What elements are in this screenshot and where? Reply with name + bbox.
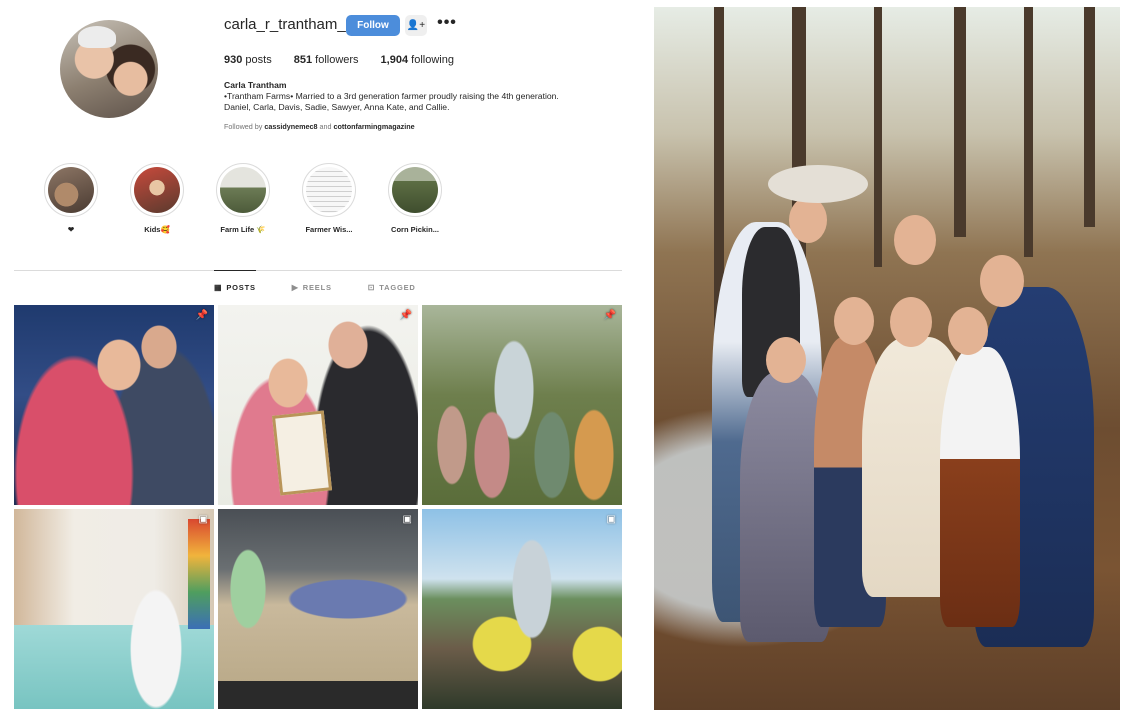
add-user-icon: 👤+	[406, 20, 426, 31]
active-tab-indicator	[214, 270, 256, 271]
tab-reels[interactable]: ▶ REELS	[292, 283, 332, 292]
highlight-farmer-wisdom[interactable]: Farmer Wis...	[302, 163, 356, 234]
suggest-user-button[interactable]: 👤+	[405, 15, 427, 36]
tab-reels-label: REELS	[302, 283, 332, 292]
pin-icon: 📌	[195, 310, 208, 321]
highlight-label: Farm Life 🌾	[220, 225, 266, 234]
followers-stat[interactable]: 851 followers	[294, 54, 359, 66]
reel-icon: ▣	[402, 514, 412, 525]
post-tile-couple-event[interactable]: 📌	[14, 305, 214, 505]
bio-line-1: •Trantham Farms• Married to a 3rd genera…	[224, 91, 559, 101]
family-photo	[654, 7, 1120, 710]
tree-trunk	[954, 7, 966, 237]
followers-stat-label: followers	[315, 54, 359, 66]
girl-rust-pants-face	[948, 307, 988, 355]
highlight-label: ❤	[67, 225, 75, 234]
followers-count: 851	[293, 54, 313, 66]
profile-avatar[interactable]	[60, 20, 158, 118]
highlight-farm-life[interactable]: Farm Life 🌾	[216, 163, 270, 234]
tabs-divider	[14, 270, 622, 271]
reels-icon: ▶	[291, 283, 299, 292]
reel-icon: ▣	[198, 514, 208, 525]
tab-tagged[interactable]: ⊡ TAGGED	[368, 283, 416, 292]
highlight-corn-picking[interactable]: Corn Pickin...	[388, 163, 442, 234]
tagged-icon: ⊡	[367, 283, 376, 292]
story-highlights: ❤ Kids🥰 Farm Life 🌾 Farmer Wis... Corn P…	[44, 163, 464, 243]
posts-stat: 930 posts	[224, 54, 272, 66]
profile-full-name: Carla Trantham	[224, 80, 287, 90]
stained-glass-window	[188, 519, 210, 629]
tree-trunk	[874, 7, 882, 267]
post-tile-planter[interactable]: ▣	[422, 509, 622, 709]
highlight-cover	[220, 167, 266, 213]
profile-panel: carla_r_trantham_ Follow 👤+ ••• 930 post…	[0, 0, 634, 718]
grid-icon: ▦	[214, 283, 223, 292]
highlight-cover	[392, 167, 438, 213]
tab-posts-label: POSTS	[226, 283, 256, 292]
highlight-label: Kids🥰	[144, 225, 170, 234]
post-tile-livestock-show[interactable]: ▣	[218, 509, 418, 709]
highlight-cover	[134, 167, 180, 213]
following-stat-label: following	[411, 54, 454, 66]
posts-grid: 📌 📌 📌 ▣ ▣ ▣	[14, 305, 622, 709]
boy-plaid-face	[834, 297, 874, 345]
cowboy-hat-shape	[768, 165, 868, 203]
tree-trunk	[1024, 7, 1033, 257]
followed-by-and: and	[319, 122, 332, 131]
girl-floral-face	[766, 337, 806, 383]
girl-rust-pants-figure	[940, 347, 1020, 627]
pin-icon: 📌	[603, 310, 616, 321]
following-stat[interactable]: 1,904 following	[381, 54, 454, 66]
highlight-ring	[130, 163, 184, 217]
tree-trunk	[1084, 7, 1095, 227]
girl-white-dress-face	[890, 297, 932, 347]
award-plaque	[271, 410, 333, 496]
following-count: 1,904	[380, 54, 409, 66]
highlight-cover	[48, 167, 94, 213]
highlight-ring	[388, 163, 442, 217]
tab-posts[interactable]: ▦ POSTS	[214, 283, 256, 292]
pin-icon: 📌	[399, 310, 412, 321]
highlight-kids[interactable]: Kids🥰	[130, 163, 184, 234]
profile-username: carla_r_trantham_	[224, 16, 346, 33]
highlight-ring	[302, 163, 356, 217]
profile-bio: Carla Trantham •Trantham Farms• Married …	[224, 80, 624, 113]
highlight-cover	[306, 167, 352, 213]
tab-tagged-label: TAGGED	[379, 283, 416, 292]
boy-face	[894, 215, 936, 265]
post-tile-baptism[interactable]: ▣	[14, 509, 214, 709]
followed-by-user-2[interactable]: cottonfarmingmagazine	[334, 122, 415, 131]
followed-by-user-1[interactable]: cassidynemec8	[264, 122, 317, 131]
add-user-plus: +	[419, 20, 426, 31]
follow-button[interactable]: Follow	[346, 15, 400, 36]
posts-stat-label: posts	[245, 54, 272, 66]
followed-by-prefix: Followed by	[224, 122, 263, 131]
followed-by[interactable]: Followed by cassidynemec8 and cottonfarm…	[224, 122, 415, 131]
highlight-label: Farmer Wis...	[305, 225, 353, 234]
highlight-ring	[216, 163, 270, 217]
bio-line-2: Daniel, Carla, Davis, Sadie, Sawyer, Ann…	[224, 102, 450, 112]
reel-icon: ▣	[606, 514, 616, 525]
post-tile-award[interactable]: 📌	[218, 305, 418, 505]
father-face	[789, 197, 827, 243]
mother-face	[980, 255, 1024, 307]
more-options-button[interactable]: •••	[437, 12, 457, 34]
profile-tabs: ▦ POSTS ▶ REELS ⊡ TAGGED	[214, 283, 452, 292]
highlight-heart[interactable]: ❤	[44, 163, 98, 234]
highlight-ring	[44, 163, 98, 217]
arena-rail	[218, 681, 418, 709]
post-tile-family-field[interactable]: 📌	[422, 305, 622, 505]
posts-count: 930	[224, 54, 243, 66]
avatar-hat-shape	[78, 26, 116, 48]
profile-stats: 930 posts 851 followers 1,904 following	[224, 54, 476, 66]
highlight-label: Corn Pickin...	[391, 225, 439, 234]
